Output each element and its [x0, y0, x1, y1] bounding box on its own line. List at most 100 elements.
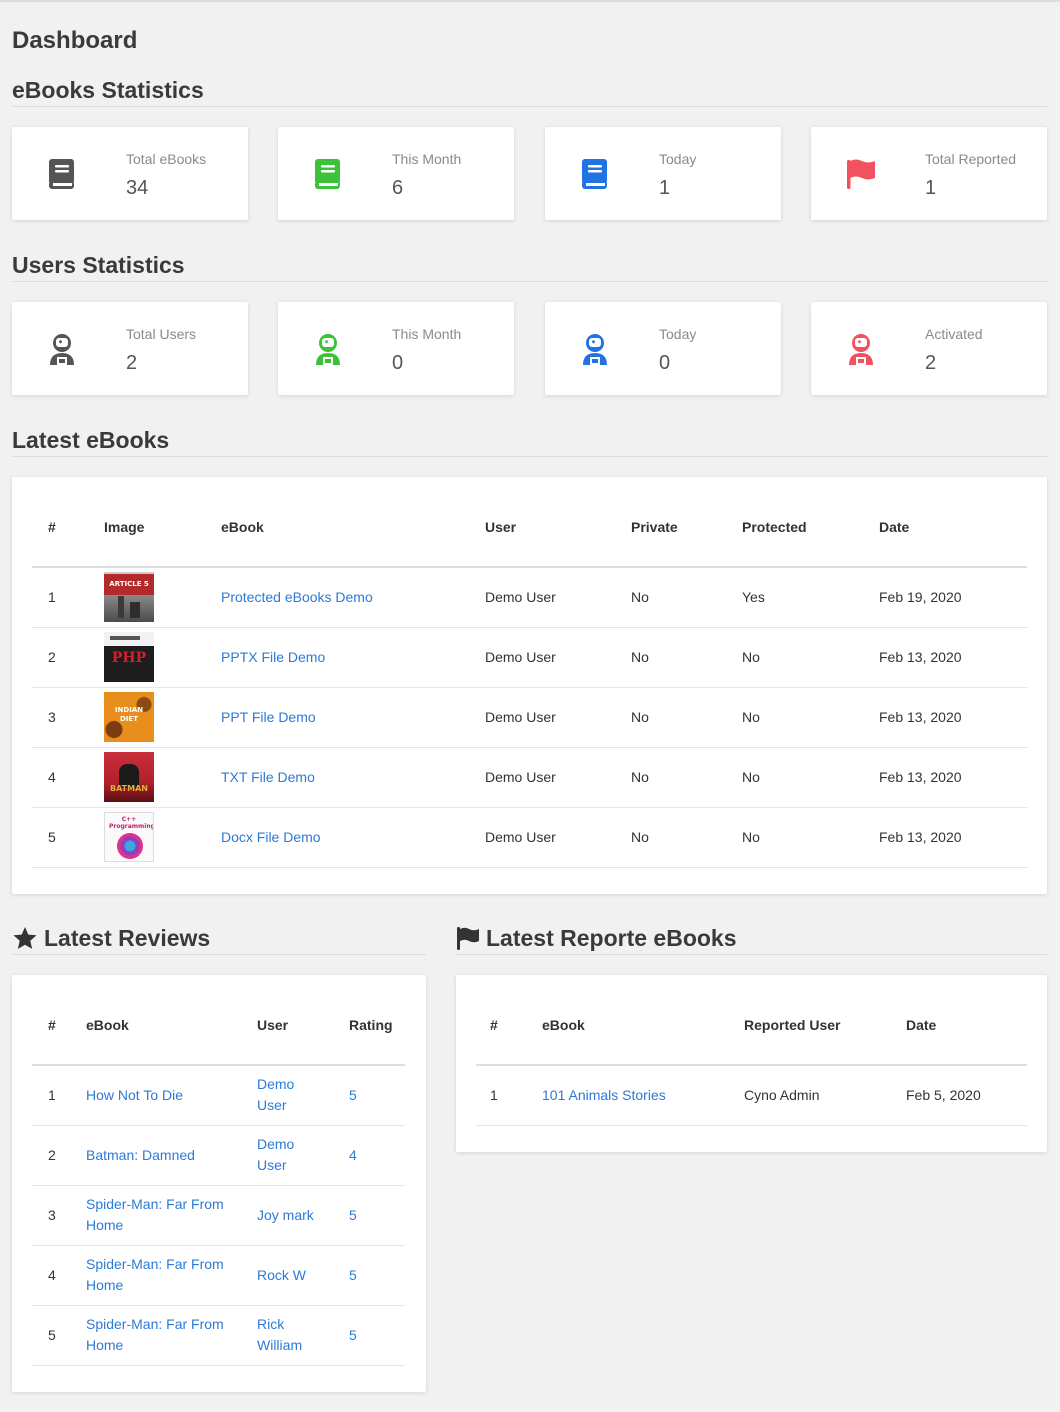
user-link[interactable]: Demo User [257, 1076, 294, 1113]
ebook-cover-image[interactable]: C++ Programming [104, 812, 154, 862]
ebook-cover-image[interactable]: BATMAN [104, 752, 154, 802]
date-cell: Feb 13, 2020 [879, 807, 1027, 868]
latest-reported-card: # eBook Reported User Date 1 101 Animals… [456, 975, 1047, 1152]
stat-card-total-ebooks[interactable]: Total eBooks 34 [12, 127, 248, 220]
stat-value: 34 [126, 177, 149, 199]
stat-card-activated-users[interactable]: Activated 2 [811, 302, 1047, 395]
stat-card-total-users[interactable]: Total Users 2 [12, 302, 248, 395]
ebook-link[interactable]: TXT File Demo [221, 769, 315, 785]
image-cell: ARTICLE 5 [104, 567, 221, 628]
stat-card-users-today[interactable]: Today 0 [545, 302, 781, 395]
stat-value: 0 [392, 352, 404, 374]
ebook-link[interactable]: Protected eBooks Demo [221, 589, 373, 605]
stat-value: 1 [925, 177, 937, 199]
ebook-cover-image[interactable]: INDIAN DIET [104, 692, 154, 742]
column-header: Image [104, 487, 221, 568]
column-header: # [32, 985, 86, 1066]
user-astronaut-icon [849, 334, 873, 365]
stat-value: 2 [126, 352, 138, 374]
user-link[interactable]: Demo User [257, 1136, 294, 1173]
private-cell: No [631, 567, 742, 628]
row-number: 1 [476, 1065, 542, 1126]
date-cell: Feb 5, 2020 [906, 1065, 1027, 1126]
book-icon [49, 159, 74, 189]
row-number: 4 [32, 1245, 86, 1306]
latest-ebooks-card: # Image eBook User Private Protected Dat… [12, 477, 1047, 894]
ebook-link[interactable]: Spider-Man: Far From Home [86, 1196, 224, 1233]
user-link[interactable]: Rock W [257, 1267, 306, 1283]
stat-label: Activated [925, 326, 983, 342]
stat-value: 0 [659, 352, 671, 374]
stat-label: This Month [392, 326, 462, 342]
rating-link[interactable]: 5 [349, 1087, 357, 1103]
latest-reported-table: # eBook Reported User Date 1 101 Animals… [476, 985, 1027, 1126]
latest-reviews-heading: Latest Reviews [12, 925, 426, 955]
users-statistics-title: Users Statistics [12, 252, 185, 278]
rating-link[interactable]: 4 [349, 1147, 357, 1163]
row-number: 3 [32, 687, 104, 748]
image-cell: PHP [104, 627, 221, 688]
row-number: 5 [32, 1305, 86, 1366]
ebook-link[interactable]: PPT File Demo [221, 709, 316, 725]
user-link[interactable]: Rick William [257, 1316, 302, 1353]
stat-label: Today [659, 326, 697, 342]
rating-link[interactable]: 5 [349, 1327, 357, 1343]
book-icon [582, 159, 607, 189]
book-icon [315, 159, 340, 189]
rating-link[interactable]: 5 [349, 1207, 357, 1223]
row-number: 1 [32, 1065, 86, 1126]
page-title: Dashboard [12, 27, 138, 54]
row-number: 5 [32, 807, 104, 868]
user-cell: Demo User [485, 567, 631, 628]
date-cell: Feb 13, 2020 [879, 747, 1027, 808]
table-header-row: # Image eBook User Private Protected Dat… [32, 487, 1027, 568]
row-number: 3 [32, 1185, 86, 1246]
stat-card-total-reported[interactable]: Total Reported 1 [811, 127, 1047, 220]
column-header: Rating [349, 985, 405, 1066]
stat-card-ebooks-today[interactable]: Today 1 [545, 127, 781, 220]
user-link[interactable]: Joy mark [257, 1207, 314, 1223]
ebook-cover-image[interactable]: ARTICLE 5 [104, 572, 154, 623]
ebook-link[interactable]: Batman: Damned [86, 1147, 195, 1163]
reported-user-cell: Cyno Admin [744, 1065, 906, 1126]
row-number: 2 [32, 1125, 86, 1186]
ebook-link[interactable]: Spider-Man: Far From Home [86, 1256, 224, 1293]
column-header: Protected [742, 487, 879, 568]
stat-label: Total eBooks [126, 151, 207, 167]
rating-link[interactable]: 5 [349, 1267, 357, 1283]
ebook-link[interactable]: Spider-Man: Far From Home [86, 1316, 224, 1353]
cover-text: PHP [111, 650, 147, 666]
column-header: User [257, 985, 349, 1066]
flag-icon [847, 159, 875, 189]
protected-cell: Yes [742, 567, 879, 628]
ebook-link[interactable]: Docx File Demo [221, 829, 321, 845]
stat-value: 2 [925, 352, 937, 374]
ebook-link[interactable]: How Not To Die [86, 1087, 183, 1103]
stat-value: 1 [659, 177, 671, 199]
ebook-link[interactable]: PPTX File Demo [221, 649, 325, 665]
table-row: 3 INDIAN DIET PPT File Demo Demo User No… [32, 687, 1027, 748]
users-statistics-heading: Users Statistics [12, 252, 1047, 282]
stat-card-ebooks-this-month[interactable]: This Month 6 [278, 127, 514, 220]
flag-icon [457, 927, 479, 950]
column-header: Reported User [744, 985, 906, 1066]
ebook-cover-image[interactable]: PHP [104, 632, 154, 682]
image-cell: C++ Programming [104, 807, 221, 868]
ebook-link[interactable]: 101 Animals Stories [542, 1087, 666, 1103]
latest-reviews-title: Latest Reviews [44, 925, 211, 951]
table-row: 5 C++ Programming Docx File Demo Demo Us… [32, 807, 1027, 868]
stat-label: Total Reported [925, 151, 1017, 167]
table-row: 1 ARTICLE 5 Protected eBooks Demo Demo U… [32, 567, 1027, 628]
column-header: eBook [221, 487, 485, 568]
date-cell: Feb 13, 2020 [879, 627, 1027, 688]
stat-card-users-this-month[interactable]: This Month 0 [278, 302, 514, 395]
row-number: 1 [32, 567, 104, 628]
table-row: 4 Spider-Man: Far From Home Rock W 5 [32, 1245, 405, 1306]
user-astronaut-icon [583, 334, 607, 365]
private-cell: No [631, 687, 742, 748]
user-cell: Demo User [485, 627, 631, 688]
latest-reported-heading: Latest Reporte eBooks [456, 925, 1047, 955]
latest-reviews-table: # eBook User Rating 1 How Not To Die Dem… [32, 985, 405, 1366]
table-row: 4 BATMAN TXT File Demo Demo User No No F… [32, 747, 1027, 808]
private-cell: No [631, 627, 742, 688]
